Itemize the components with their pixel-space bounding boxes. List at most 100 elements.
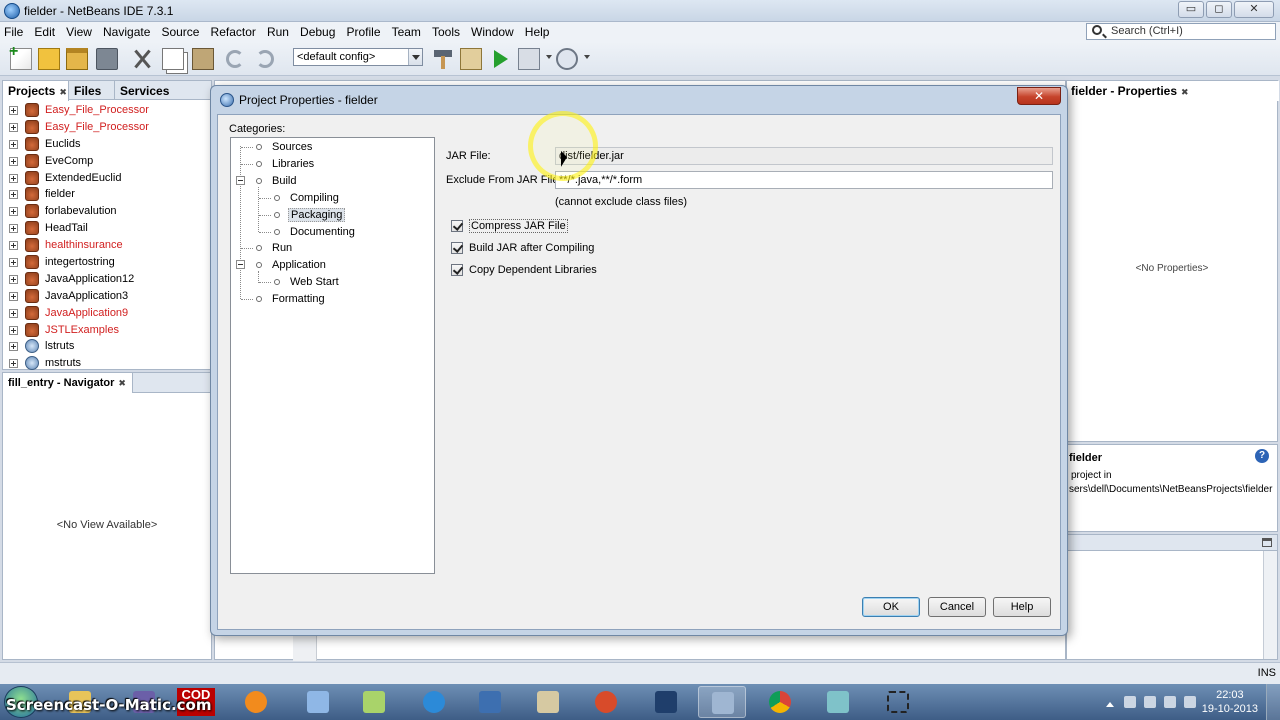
build-project-icon[interactable] (432, 48, 454, 70)
taskbar-app2[interactable] (294, 686, 342, 718)
menu-file[interactable]: File (0, 22, 27, 39)
taskbar-chrome[interactable] (756, 686, 804, 718)
expand-icon[interactable] (9, 207, 18, 217)
tree-item-project[interactable]: fielder (3, 186, 211, 203)
help-icon[interactable]: ? (1255, 449, 1269, 463)
taskbar-app4[interactable] (814, 686, 862, 718)
tray-arrow-icon[interactable] (1106, 698, 1114, 707)
expand-icon[interactable] (9, 291, 18, 301)
tab-services[interactable]: Services (115, 81, 211, 100)
menu-source[interactable]: Source (157, 22, 203, 39)
save-all-icon[interactable] (96, 48, 118, 70)
taskbar-netbeans[interactable] (698, 686, 746, 718)
debug-project-icon[interactable] (518, 48, 540, 70)
jar-file-field[interactable]: dist/fielder.jar (555, 147, 1053, 165)
tree-item-project[interactable]: mstruts (3, 355, 211, 372)
menu-window[interactable]: Window (467, 22, 518, 39)
tree-item-project[interactable]: JavaApplication12 (3, 271, 211, 288)
tree-item-project[interactable]: forlabevalution (3, 203, 211, 220)
taskbar-app3[interactable] (582, 686, 630, 718)
network-tray-icon[interactable] (1164, 696, 1176, 708)
category-libraries[interactable]: Libraries (256, 156, 314, 172)
minimize-button[interactable]: ▭ (1178, 1, 1204, 18)
menu-navigate[interactable]: Navigate (99, 22, 154, 39)
category-packaging[interactable]: Packaging (274, 207, 346, 223)
tab-projects[interactable]: Projects ✖ (3, 81, 69, 101)
tray-icon[interactable] (1124, 696, 1136, 708)
tree-item-project[interactable]: Easy_File_Processor (3, 102, 211, 119)
expand-icon[interactable] (9, 258, 18, 268)
category-application[interactable]: Application (256, 257, 326, 273)
category-web-start[interactable]: Web Start (274, 274, 339, 290)
menu-refactor[interactable]: Refactor (207, 22, 260, 39)
collapse-icon[interactable] (236, 176, 245, 185)
close-icon[interactable]: ✖ (1181, 87, 1189, 97)
taskbar-ie[interactable] (410, 686, 458, 718)
category-run[interactable]: Run (256, 240, 292, 256)
taskbar-notepad[interactable] (350, 686, 398, 718)
category-build[interactable]: Build (256, 173, 296, 189)
dialog-close-button[interactable]: ✕ (1017, 87, 1061, 105)
expand-icon[interactable] (9, 139, 18, 149)
close-window-button[interactable]: ✕ (1234, 1, 1274, 18)
undo-icon[interactable] (226, 50, 244, 68)
expand-icon[interactable] (9, 106, 18, 115)
menu-team[interactable]: Team (388, 22, 425, 39)
menu-profile[interactable]: Profile (342, 22, 384, 39)
category-sources[interactable]: Sources (256, 139, 312, 155)
tab-navigator[interactable]: fill_entry - Navigator ✖ (3, 373, 133, 393)
tab-properties[interactable]: fielder - Properties ✖ (1067, 81, 1279, 101)
taskbar-snip[interactable] (874, 686, 922, 718)
tree-item-project[interactable]: healthinsurance (3, 237, 211, 254)
tree-item-project[interactable]: JSTLExamples (3, 322, 211, 339)
tree-item-project[interactable]: ExtendedEuclid (3, 170, 211, 187)
open-project-icon[interactable] (66, 48, 88, 70)
new-project-icon[interactable] (38, 48, 60, 70)
compress-jar-checkbox[interactable]: Compress JAR File (451, 219, 568, 234)
tree-item-project[interactable]: EveComp (3, 153, 211, 170)
profile-project-icon[interactable] (556, 48, 578, 70)
tab-files[interactable]: Files (69, 81, 115, 100)
clock[interactable]: 22:03 19-10-2013 (1202, 688, 1258, 716)
category-formatting[interactable]: Formatting (256, 291, 325, 307)
tree-item-project[interactable]: JavaApplication3 (3, 288, 211, 305)
profile-dropdown-icon[interactable] (584, 55, 590, 62)
taskbar-media[interactable] (232, 686, 280, 718)
expand-icon[interactable] (9, 274, 18, 284)
tree-item-project[interactable]: JavaApplication9 (3, 305, 211, 322)
tree-item-project[interactable]: lstruts (3, 338, 211, 355)
expand-icon[interactable] (9, 190, 18, 200)
taskbar-vs[interactable] (642, 686, 690, 718)
search-input[interactable]: Search (Ctrl+I) (1086, 23, 1276, 40)
redo-icon[interactable] (256, 50, 274, 68)
expand-icon[interactable] (9, 156, 18, 166)
menu-tools[interactable]: Tools (428, 22, 464, 39)
maximize-button[interactable]: ◻ (1206, 1, 1232, 18)
tree-item-project[interactable]: integertostring (3, 254, 211, 271)
menu-run[interactable]: Run (263, 22, 293, 39)
taskbar-book[interactable] (524, 686, 572, 718)
expand-icon[interactable] (9, 325, 18, 335)
show-desktop-button[interactable] (1266, 684, 1280, 720)
cancel-button[interactable]: Cancel (928, 597, 986, 617)
exclude-field[interactable]: **/*.java,**/*.form (555, 171, 1053, 189)
tree-item-project[interactable]: HeadTail (3, 220, 211, 237)
tree-item-project[interactable]: Euclids (3, 136, 211, 153)
expand-icon[interactable] (9, 224, 18, 234)
volume-icon[interactable] (1184, 696, 1196, 708)
close-icon[interactable]: ✖ (59, 87, 67, 97)
copy-libraries-checkbox[interactable]: Copy Dependent Libraries (451, 263, 597, 278)
cut-icon[interactable] (132, 48, 154, 70)
build-jar-checkbox[interactable]: Build JAR after Compiling (451, 241, 594, 256)
clean-build-icon[interactable] (460, 48, 482, 70)
expand-icon[interactable] (9, 308, 18, 318)
tree-item-project[interactable]: Easy_File_Processor (3, 119, 211, 136)
paste-icon[interactable] (192, 48, 214, 70)
category-documenting[interactable]: Documenting (274, 224, 355, 240)
config-select[interactable]: <default config> (293, 48, 423, 66)
expand-icon[interactable] (9, 122, 18, 132)
output-scrollbar[interactable] (1263, 551, 1277, 659)
taskbar-network[interactable] (466, 686, 514, 718)
maximize-icon[interactable] (1262, 538, 1272, 547)
menu-view[interactable]: View (62, 22, 96, 39)
